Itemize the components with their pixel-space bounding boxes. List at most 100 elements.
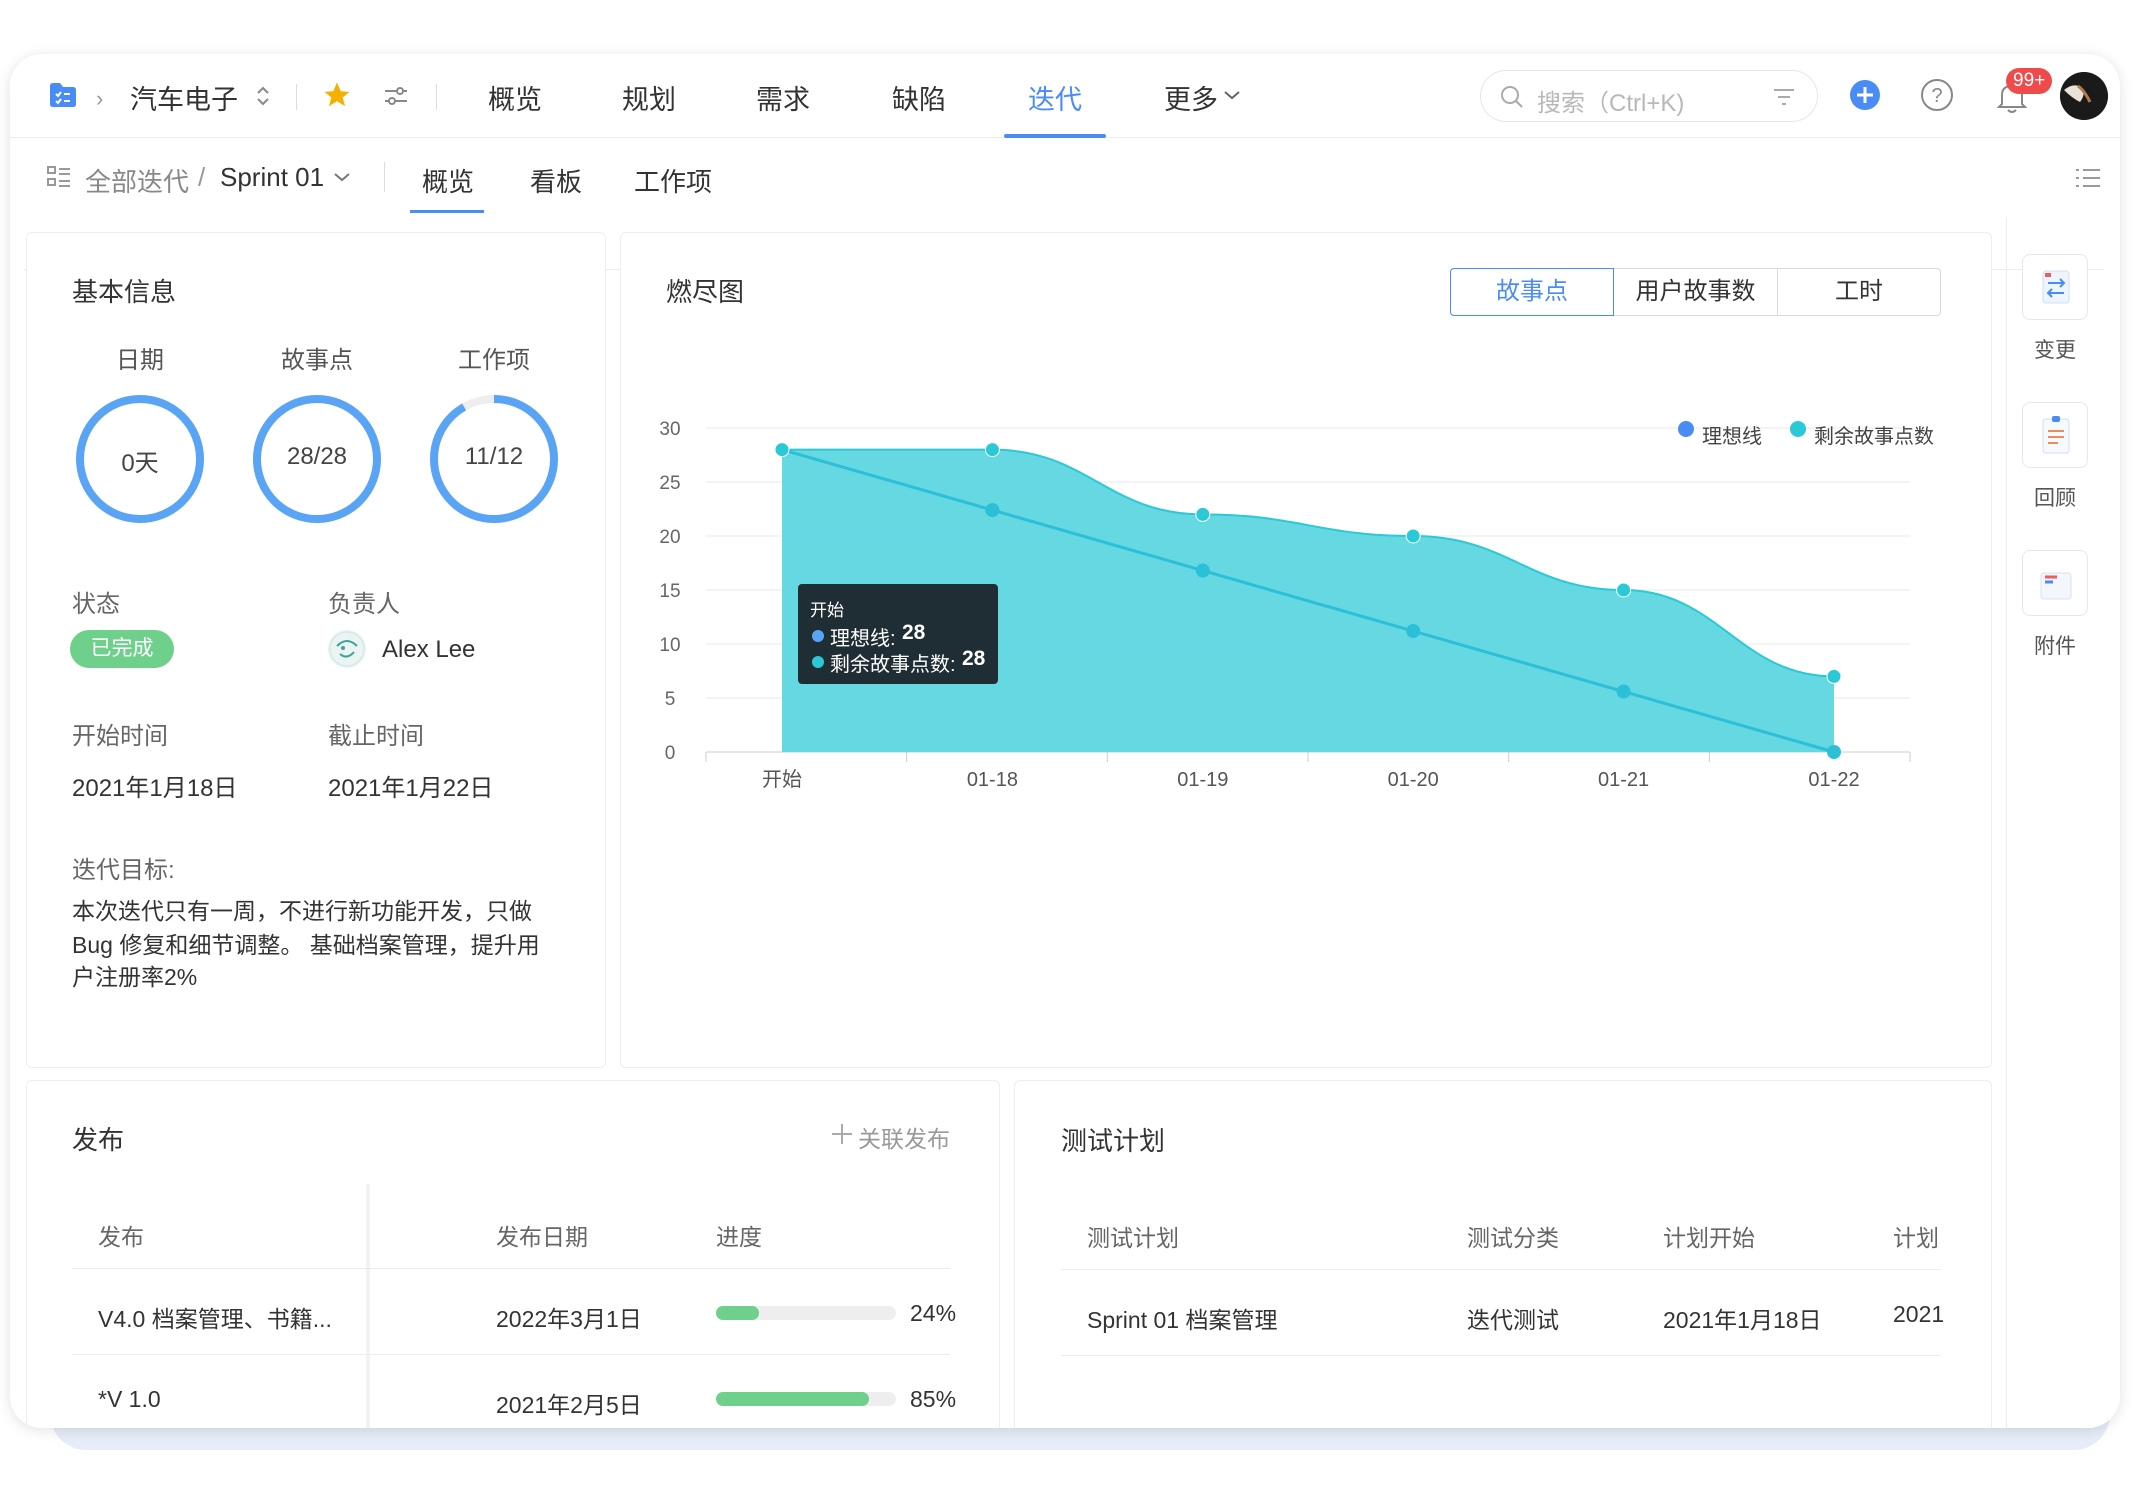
x-tick-label: 01-18 — [967, 769, 1018, 791]
ideal-point — [1406, 624, 1421, 639]
search-input[interactable]: 搜索（Ctrl+K) — [1480, 70, 1818, 122]
search-icon — [1499, 84, 1525, 115]
test-plan-card: 测试计划 测试计划 测试分类 计划开始 计划 Sprint 01 档案管理 迭代… — [1014, 1080, 1992, 1428]
start-time-value: 2021年1月18日 — [72, 775, 238, 802]
tab-overview[interactable]: 概览 — [422, 162, 474, 199]
add-icon[interactable] — [1848, 78, 1882, 117]
project-switch-icon[interactable] — [254, 82, 272, 115]
retrospective-button[interactable] — [2022, 402, 2088, 468]
y-tick-label: 15 — [659, 581, 680, 602]
test-col-plan: 测试计划 — [1087, 1225, 1179, 1251]
test-row-1-name[interactable]: Sprint 01 档案管理 — [1087, 1301, 1277, 1335]
nav-more[interactable]: 更多 — [1164, 78, 1218, 117]
right-rail-divider — [2006, 218, 2007, 1428]
goal-line-1: 本次迭代只有一周，不进行新功能开发，只做 — [72, 898, 532, 924]
release-row-1-date: 2022年3月1日 — [496, 1306, 642, 1332]
search-placeholder: 搜索（Ctrl+K) — [1537, 90, 1685, 117]
svg-text:?: ? — [1931, 85, 1942, 107]
x-tick-label: 01-21 — [1598, 769, 1649, 791]
segment-userstories[interactable]: 用户故事数 — [1613, 268, 1778, 316]
release-row-1-name[interactable]: V4.0 档案管理、书籍... — [98, 1300, 332, 1334]
star-icon[interactable] — [322, 80, 352, 115]
plus-icon[interactable] — [830, 1122, 854, 1151]
tab-workitems[interactable]: 工作项 — [634, 162, 712, 199]
segment-storypoints[interactable]: 故事点 — [1450, 268, 1614, 316]
release-row-1-progress-bar — [716, 1306, 896, 1320]
y-tick-label: 0 — [665, 743, 676, 764]
ring-label-workitems: 工作项 — [458, 347, 530, 374]
tooltip-ideal-label: 理想线: — [830, 628, 896, 650]
link-release-button[interactable]: 关联发布 — [858, 1120, 950, 1154]
test-row-1-end: 2021 — [1893, 1301, 1945, 1327]
attachment-icon — [2040, 572, 2072, 600]
release-row-2-date: 2021年2月5日 — [496, 1392, 642, 1418]
help-icon[interactable]: ? — [1920, 78, 1954, 117]
project-name[interactable]: 汽车电子 — [130, 78, 238, 117]
nav-overview[interactable]: 概览 — [488, 78, 542, 117]
iteration-list-icon[interactable] — [46, 164, 72, 195]
remaining-point — [1826, 668, 1842, 684]
goal-label: 迭代目标: — [72, 857, 175, 884]
test-col-category: 测试分类 — [1467, 1225, 1559, 1251]
x-tick-label: 01-20 — [1388, 769, 1439, 791]
tooltip-remaining-label: 剩余故事点数: — [830, 654, 956, 676]
change-label: 变更 — [2034, 339, 2076, 362]
breadcrumb-chevron-icon: › — [96, 86, 104, 111]
test-row-1-start: 2021年1月18日 — [1663, 1307, 1822, 1333]
ring-value-storypoints: 28/28 — [286, 443, 348, 470]
legend-marker — [1790, 421, 1806, 437]
y-tick-label: 30 — [659, 419, 680, 440]
tooltip-ideal-value: 28 — [902, 621, 926, 644]
divider — [384, 162, 385, 192]
nav-requirements[interactable]: 需求 — [756, 78, 810, 117]
release-col-name: 发布 — [98, 1224, 144, 1250]
test-row-1-category: 迭代测试 — [1467, 1307, 1559, 1333]
tooltip-dot-remaining — [812, 656, 824, 668]
basic-info-title: 基本信息 — [72, 277, 177, 307]
remaining-point — [984, 442, 1000, 458]
release-row-line — [72, 1354, 950, 1355]
tooltip-title: 开始 — [810, 601, 844, 620]
project-icon[interactable] — [48, 80, 78, 110]
nav-defects[interactable]: 缺陷 — [892, 78, 946, 117]
tooltip-dot-ideal — [812, 630, 824, 642]
legend-label: 剩余故事点数 — [1814, 425, 1934, 448]
avatar[interactable] — [2060, 72, 2108, 120]
settings-sliders-icon[interactable] — [382, 82, 410, 115]
chevron-down-icon — [1222, 88, 1242, 107]
app-window: › 汽车电子 概览 规划 需求 缺陷 迭代 更多 搜索（Ctrl+K) ? 99… — [10, 54, 2120, 1428]
filter-icon[interactable] — [1771, 85, 1797, 114]
ring-value-date: 0天 — [121, 450, 159, 477]
nav-planning[interactable]: 规划 — [622, 78, 676, 117]
tab-board[interactable]: 看板 — [530, 162, 582, 199]
start-time-label: 开始时间 — [72, 723, 168, 750]
attachment-button[interactable] — [2022, 550, 2088, 616]
release-row-2-name[interactable]: *V 1.0 — [98, 1386, 161, 1413]
release-row-1-progress-text: 24% — [910, 1300, 957, 1326]
breadcrumb-sprint[interactable]: Sprint 01 — [220, 162, 324, 193]
ring-label-storypoints: 故事点 — [281, 347, 353, 374]
end-time-label: 截止时间 — [328, 723, 424, 750]
breadcrumb-all-iterations[interactable]: 全部迭代 — [85, 162, 189, 199]
remaining-point — [1405, 528, 1421, 544]
ring-value-workitems: 11/12 — [464, 443, 524, 470]
chevron-down-icon[interactable] — [332, 170, 352, 189]
ideal-point — [1616, 684, 1631, 699]
column-divider — [366, 1184, 370, 1428]
owner-avatar[interactable] — [328, 630, 366, 668]
list-view-icon[interactable] — [2074, 166, 2102, 195]
change-button[interactable] — [2022, 254, 2088, 320]
ideal-point — [1827, 745, 1841, 759]
remaining-point — [1616, 582, 1632, 598]
test-col-start: 计划开始 — [1663, 1225, 1755, 1251]
retrospective-label: 回顾 — [2034, 487, 2076, 510]
legend-label: 理想线 — [1702, 425, 1762, 448]
y-tick-label: 5 — [665, 689, 676, 710]
test-plan-title: 测试计划 — [1061, 1126, 1166, 1156]
release-col-progress: 进度 — [716, 1224, 762, 1250]
goal-line-3: 户注册率2% — [72, 964, 198, 990]
status-badge[interactable]: 已完成 — [70, 630, 174, 668]
segment-hours[interactable]: 工时 — [1777, 268, 1941, 316]
nav-iterations[interactable]: 迭代 — [1028, 78, 1082, 117]
x-tick-label: 开始 — [762, 768, 802, 791]
